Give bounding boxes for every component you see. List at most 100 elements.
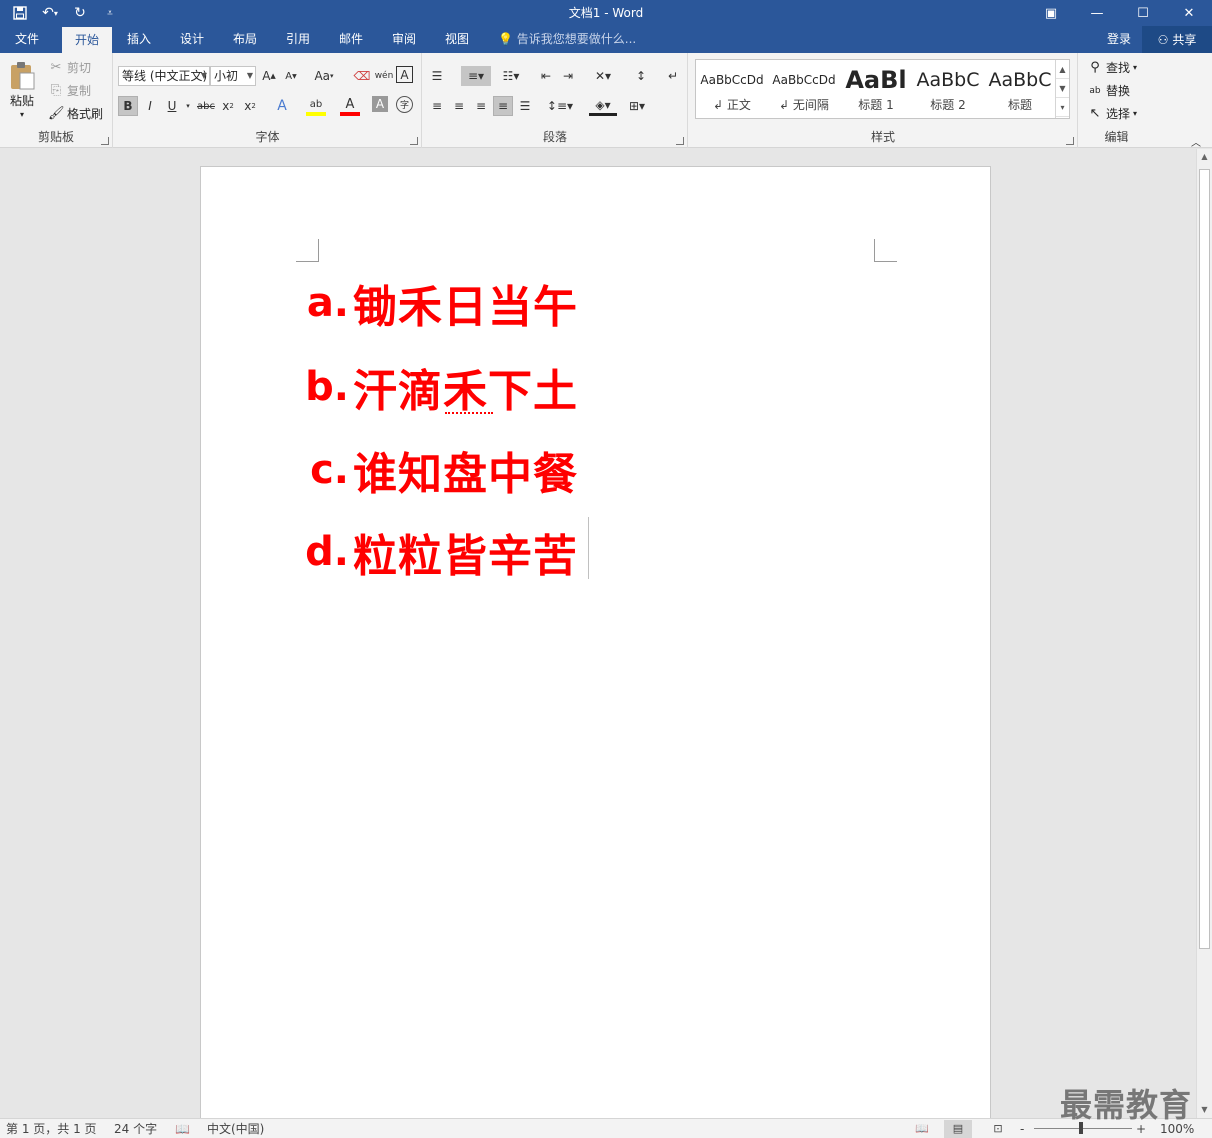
tab-layout[interactable]: 布局 [220,26,270,53]
chinese-layout-icon[interactable]: ✕▾ [589,66,617,86]
text-effects-icon[interactable]: A [272,96,292,116]
sort-icon[interactable]: ↕ [631,66,651,86]
document-page[interactable]: a. 锄禾日当午 b. 汗滴禾下土 c. 谁知盘中餐 d. 粒粒皆辛苦 [200,166,991,1126]
tell-me-search[interactable]: 💡 告诉我您想要做什么... [498,26,636,53]
strikethrough-icon[interactable]: abc [196,96,216,116]
zoom-out-button[interactable]: - [1020,1120,1024,1138]
paste-button[interactable]: 粘贴 ▾ [8,61,36,119]
tab-design[interactable]: 设计 [167,26,217,53]
find-button[interactable]: ⚲ 查找 ▾ [1087,59,1137,76]
font-size-combo[interactable]: 小初 ▼ [210,66,256,86]
read-mode-icon[interactable]: 📖 [908,1120,936,1138]
clipboard-launcher-icon[interactable] [101,137,109,145]
styles-launcher-icon[interactable] [1066,137,1074,145]
style-heading-2[interactable]: AaBbC 标题 2 [912,60,984,118]
align-center-icon[interactable]: ≡ [449,96,469,116]
font-name-combo[interactable]: 等线 (中文正文) ▼ [118,66,210,86]
distributed-icon[interactable]: ☰ [515,96,535,116]
clear-formatting-icon[interactable]: ⌫ [352,66,372,86]
share-button[interactable]: ⚇ 共享 [1142,26,1212,53]
proofing-icon[interactable]: 📖 [175,1120,190,1138]
close-icon[interactable]: ✕ [1166,0,1212,26]
shading-icon[interactable]: ◈▾ [589,96,617,116]
scroll-up-icon[interactable]: ▲ [1197,149,1212,165]
replace-button[interactable]: ab 替换 [1087,82,1130,99]
align-right-icon[interactable]: ≡ [471,96,491,116]
grow-font-icon[interactable]: A ▲ [259,66,279,86]
editing-group-label: 编辑 [1104,130,1129,144]
bold-icon[interactable]: B [118,96,138,116]
copy-button[interactable]: ⎘ 复制 [48,82,91,99]
style-name: 标题 2 [930,98,966,112]
gallery-up-icon[interactable]: ▲ [1056,60,1069,79]
style-name: 标题 1 [858,98,894,112]
cut-button[interactable]: ✂ 剪切 [48,59,91,76]
gallery-down-icon[interactable]: ▼ [1056,79,1069,98]
shrink-font-icon[interactable]: A ▼ [281,66,301,86]
line-spacing-icon[interactable]: ↕≡▾ [545,96,575,116]
web-layout-icon[interactable]: ⊡ [984,1120,1012,1138]
style-normal[interactable]: AaBbCcDd ↲ 正文 [696,60,768,118]
scroll-thumb[interactable] [1199,169,1210,949]
word-count[interactable]: 24 个字 [114,1120,157,1138]
sign-in-link[interactable]: 登录 [1107,26,1131,53]
style-title[interactable]: AaBbC 标题 [984,60,1056,118]
tab-insert[interactable]: 插入 [114,26,164,53]
minimize-icon[interactable]: — [1074,0,1120,26]
select-button[interactable]: ↖ 选择 ▾ [1087,105,1137,122]
format-painter-button[interactable]: 🖌 格式刷 [48,105,103,122]
list-item[interactable]: d. 粒粒皆辛苦 [301,522,578,582]
print-layout-icon[interactable]: ▤ [944,1120,972,1138]
paragraph-group: ☰ ≡▾ ☷▾ ⇤ ⇥ ✕▾ ↕ ↵ ≡ ≡ ≡ ≡ ☰ ↕≡▾ ◈▾ ⊞▾ 段… [423,53,688,148]
enclose-characters-icon[interactable]: 字 [396,96,413,113]
zoom-slider[interactable] [1034,1128,1132,1129]
subscript-icon[interactable]: x2 [218,96,238,116]
vertical-scrollbar[interactable]: ▲ ▼ [1196,149,1212,1118]
show-marks-icon[interactable]: ↵ [663,66,683,86]
tab-review[interactable]: 审阅 [379,26,429,53]
page-count[interactable]: 第 1 页，共 1 页 [6,1120,97,1138]
paragraph-launcher-icon[interactable] [676,137,684,145]
bullets-icon[interactable]: ☰ [427,66,447,86]
decrease-indent-icon[interactable]: ⇤ [536,66,556,86]
language-indicator[interactable]: 中文(中国) [207,1120,264,1138]
italic-icon[interactable]: I [140,96,160,116]
list-item[interactable]: c. 谁知盘中餐 [301,440,578,500]
underline-dropdown-icon[interactable]: ▾ [178,96,198,116]
list-text: 粒粒皆辛苦 [353,531,578,582]
align-left-icon[interactable]: ≡ [427,96,447,116]
numbering-icon[interactable]: ≡▾ [461,66,491,86]
tab-references[interactable]: 引用 [273,26,323,53]
collapse-ribbon-icon[interactable]: ︿ [1186,131,1206,151]
font-launcher-icon[interactable] [410,137,418,145]
search-icon: ⚲ [1090,59,1100,75]
list-item[interactable]: a. 锄禾日当午 [301,273,578,333]
font-color-icon[interactable]: A [340,96,360,116]
tab-file[interactable]: 文件 [0,26,54,53]
ribbon-display-options-icon[interactable]: ▣ [1028,0,1074,26]
tab-view[interactable]: 视图 [432,26,482,53]
tab-mailings[interactable]: 邮件 [326,26,376,53]
superscript-icon[interactable]: x2 [240,96,260,116]
multilevel-list-icon[interactable]: ☷▾ [497,66,525,86]
justify-icon[interactable]: ≡ [493,96,513,116]
margin-corner-mark [296,239,319,262]
phonetic-guide-icon[interactable]: wén [374,66,394,86]
ribbon-tabs: 文件 开始 插入 设计 布局 引用 邮件 审阅 视图 💡 告诉我您想要做什么..… [0,26,1212,53]
style-sample: AaBl [845,66,907,94]
scroll-down-icon[interactable]: ▼ [1197,1102,1212,1118]
paste-icon [11,62,35,90]
list-text: 谁知盘中餐 [353,449,578,500]
tab-home[interactable]: 开始 [62,27,112,53]
borders-icon[interactable]: ⊞▾ [623,96,651,116]
list-item[interactable]: b. 汗滴禾下土 [301,357,578,417]
style-heading-1[interactable]: AaBl 标题 1 [840,60,912,118]
change-case-button[interactable]: Aa ▾ [310,66,338,86]
maximize-icon[interactable]: ☐ [1120,0,1166,26]
character-border-icon[interactable]: A [396,66,413,83]
gallery-more-icon[interactable]: ▾ [1056,98,1069,117]
style-no-spacing[interactable]: AaBbCcDd ↲ 无间隔 [768,60,840,118]
increase-indent-icon[interactable]: ⇥ [558,66,578,86]
highlight-icon[interactable]: ab [306,96,326,116]
character-shading-icon[interactable]: A [372,96,388,112]
